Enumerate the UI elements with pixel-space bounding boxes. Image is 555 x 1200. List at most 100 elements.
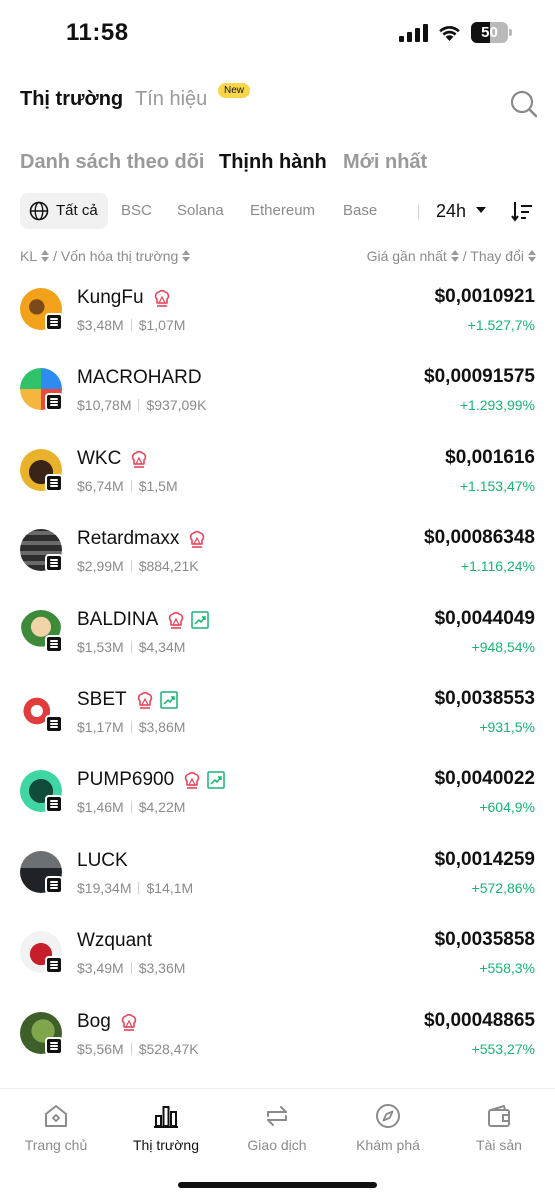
- token-row[interactable]: BALDINA $1,53M $4,34M $0,0044049 +948,54%: [0, 602, 555, 682]
- compass-icon: [376, 1104, 400, 1128]
- sort-arrows-icon[interactable]: [450, 250, 459, 263]
- token-mcap: $1,5M: [138, 477, 178, 494]
- token-flags: [166, 610, 214, 630]
- token-mcap: $528,47K: [138, 1040, 199, 1057]
- token-change: +572,86%: [471, 879, 535, 896]
- token-change: +931,5%: [479, 719, 535, 735]
- chain-chip-base[interactable]: Base: [343, 193, 377, 229]
- token-change: +604,9%: [479, 799, 535, 816]
- token-name: WKC: [77, 447, 122, 469]
- token-row[interactable]: LUCK $19,34M $14,1M $0,0014259 +572,86%: [0, 843, 555, 923]
- chain-chip-solana[interactable]: Solana: [177, 193, 224, 229]
- solana-chain-icon: [45, 473, 63, 492]
- token-name: BALDINA: [77, 608, 159, 630]
- trending-icon: [206, 770, 226, 790]
- sort-arrows-icon[interactable]: [528, 250, 536, 263]
- token-row[interactable]: WKC $6,74M $1,5M $0,001616 +1.153,47%: [0, 441, 555, 521]
- solana-chain-icon: [45, 554, 63, 573]
- chain-chip-ethereum[interactable]: Ethereum: [250, 193, 315, 229]
- token-flags: [129, 449, 153, 469]
- header-mcap[interactable]: / Vốn hóa thị trường: [53, 248, 178, 264]
- home-icon: [45, 1105, 67, 1127]
- chef-icon: [135, 690, 155, 710]
- chef-icon: [129, 449, 149, 469]
- search-icon[interactable]: [510, 90, 538, 118]
- divider: [130, 801, 132, 814]
- chef-icon: [187, 529, 207, 549]
- trade-icon: [267, 1106, 287, 1126]
- token-volume: $6,74M: [77, 477, 124, 494]
- period-selector[interactable]: 24h: [436, 193, 466, 229]
- token-volume: $1,46M: [77, 799, 124, 816]
- token-row[interactable]: PUMP6900 $1,46M $4,22M $0,0040022 +604,9%: [0, 762, 555, 842]
- token-row[interactable]: Wzquant $3,49M $3,36M $0,0035858 +558,3%: [0, 923, 555, 1003]
- token-row[interactable]: Bog $5,56M $528,47K $0,00048865 +553,27%: [0, 1004, 555, 1084]
- header-volume[interactable]: KL: [20, 248, 37, 264]
- home-indicator[interactable]: [178, 1182, 377, 1188]
- divider: [130, 479, 132, 492]
- nav-home[interactable]: Trang chủ: [6, 1103, 106, 1163]
- status-bar: 11:58 50: [0, 0, 555, 62]
- token-name: Bog: [77, 1010, 111, 1032]
- token-stats: $6,74M $1,5M: [77, 478, 178, 494]
- chef-icon: [166, 610, 186, 630]
- token-name: MACROHARD: [77, 367, 202, 389]
- token-flags: [135, 690, 183, 710]
- nav-assets[interactable]: Tài sản: [449, 1103, 549, 1163]
- solana-chain-icon: [45, 1036, 63, 1055]
- tab-watchlist[interactable]: Danh sách theo dõi: [20, 151, 204, 174]
- nav-label: Thị trường: [132, 1137, 199, 1153]
- divider: [130, 721, 132, 733]
- trending-icon: [159, 690, 179, 710]
- nav-label: Trang chủ: [24, 1137, 88, 1153]
- nav-discover[interactable]: Khám phá: [338, 1103, 438, 1163]
- header-change[interactable]: / Thay đổi: [463, 248, 524, 264]
- token-name: KungFu: [77, 287, 144, 308]
- tab-signals[interactable]: Tín hiệu: [135, 88, 207, 111]
- chef-icon: [182, 770, 202, 790]
- tab-trending[interactable]: Thịnh hành: [219, 151, 327, 174]
- nav-trade[interactable]: Giao dịch: [227, 1103, 327, 1163]
- token-change: +558,3%: [479, 960, 535, 977]
- token-row[interactable]: MACROHARD $10,78M $937,09K $0,00091575 +1.29…: [0, 360, 555, 440]
- token-price: $0,0038553: [434, 688, 535, 709]
- token-row[interactable]: KungFu $3,48M $1,07M $0,0010921 +1.527,7%: [0, 280, 555, 360]
- chain-chip-all[interactable]: Tất cả: [20, 193, 108, 229]
- token-mcap: $4,22M: [138, 799, 186, 816]
- token-volume: $3,48M: [77, 317, 124, 333]
- token-mcap: $1,07M: [138, 317, 186, 333]
- solana-chain-icon: [45, 715, 63, 733]
- tab-market[interactable]: Thị trường: [20, 88, 123, 111]
- list-header: KL / Vốn hóa thị trường Giá gần nhất / Tha…: [20, 248, 536, 266]
- tab-newest[interactable]: Mới nhất: [343, 151, 427, 174]
- sort-arrows-icon[interactable]: [41, 250, 50, 263]
- token-flags: [182, 770, 230, 790]
- divider: [130, 319, 132, 331]
- solana-chain-icon: [45, 634, 63, 653]
- chain-chip-label: Tất cả: [56, 202, 98, 219]
- token-row[interactable]: SBET $1,17M $3,86M $0,0038553 +931,5%: [0, 682, 555, 762]
- token-stats: $10,78M $937,09K: [77, 397, 206, 413]
- token-price: $0,001616: [445, 446, 535, 468]
- sort-arrows-icon[interactable]: [182, 250, 191, 263]
- caret-down-icon[interactable]: [476, 207, 486, 214]
- token-name: Wzquant: [77, 930, 152, 952]
- token-row[interactable]: Retardmaxx $2,99M $884,21K $0,00086348 +1.11…: [0, 521, 555, 601]
- battery-indicator: 50: [471, 22, 513, 43]
- token-price: $0,0044049: [434, 607, 535, 629]
- token-change: +1.153,47%: [459, 477, 535, 494]
- chain-chip-bsc[interactable]: BSC: [121, 193, 152, 229]
- token-price: $0,0040022: [434, 768, 535, 790]
- solana-chain-icon: [45, 313, 63, 331]
- divider: [130, 640, 132, 653]
- header-last-price[interactable]: Giá gần nhất: [367, 248, 447, 264]
- wallet-icon: [488, 1105, 510, 1127]
- chef-icon: [119, 1012, 139, 1032]
- token-price: $0,0035858: [434, 929, 535, 951]
- sort-icon[interactable]: [511, 200, 533, 222]
- market-icon: [154, 1106, 178, 1128]
- nav-market[interactable]: Thị trường: [116, 1103, 216, 1163]
- token-flags: [187, 529, 211, 549]
- chef-icon: [152, 288, 172, 308]
- divider: [138, 399, 140, 412]
